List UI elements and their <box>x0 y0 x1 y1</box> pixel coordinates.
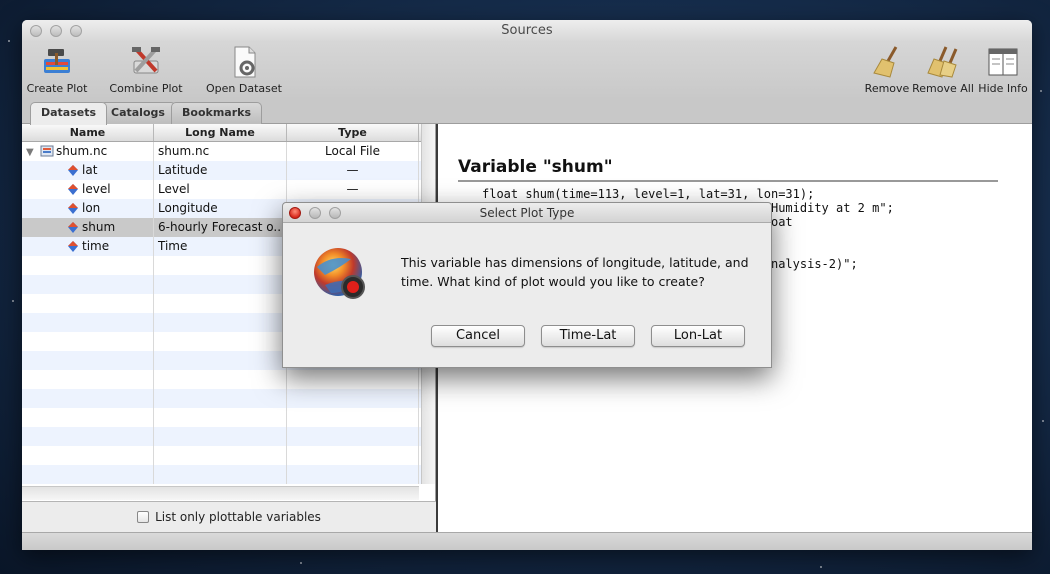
long-name-cell: Latitude <box>154 161 287 180</box>
empty-row <box>22 465 435 484</box>
zoom-window-button[interactable] <box>70 25 82 37</box>
long-name-cell: 6-hourly Forecast o... <box>154 218 287 237</box>
title-divider <box>458 180 998 182</box>
code-line: float shum(time=113, level=1, lat=31, lo… <box>482 187 815 201</box>
hide-info-label: Hide Info <box>978 82 1028 95</box>
variable-title: Variable "shum" <box>458 157 613 177</box>
desktop-star <box>1040 90 1042 92</box>
file-icon <box>40 144 54 157</box>
dialog-message: This variable has dimensions of longitud… <box>401 255 749 289</box>
column-header-name[interactable]: Name <box>22 124 154 141</box>
brooms-icon <box>925 44 961 80</box>
tab-bookmarks[interactable]: Bookmarks <box>171 102 262 124</box>
row-name: shum.nc <box>56 144 108 158</box>
variable-icon <box>68 165 78 176</box>
empty-row <box>22 370 435 389</box>
desktop-star <box>8 40 10 42</box>
long-name-cell: shum.nc <box>154 142 287 161</box>
close-window-button[interactable] <box>30 25 42 37</box>
column-header-type[interactable]: Type <box>287 124 419 141</box>
desktop-star <box>820 566 822 568</box>
empty-row <box>22 408 435 427</box>
create-plot-button[interactable]: Create Plot <box>26 44 88 95</box>
select-plot-type-dialog: Select Plot Type This variable has dimen… <box>282 202 772 368</box>
column-header-long-name[interactable]: Long Name <box>154 124 287 141</box>
pane-footer: List only plottable variables <box>22 501 436 532</box>
long-name-cell: Longitude <box>154 199 287 218</box>
desktop-star <box>12 300 14 302</box>
disclosure-triangle-icon[interactable]: ▼ <box>26 143 40 161</box>
name-cell: lon <box>22 199 154 218</box>
tab-datasets[interactable]: Datasets <box>30 102 108 125</box>
remove-button[interactable]: Remove <box>864 44 910 95</box>
type-cell: — <box>287 180 419 199</box>
lon-lat-button[interactable]: Lon-Lat <box>651 325 745 347</box>
remove-all-button[interactable]: Remove All <box>912 44 974 95</box>
status-bar <box>22 532 1032 550</box>
dialog-minimize-button[interactable] <box>309 207 321 219</box>
hide-info-button[interactable]: Hide Info <box>976 44 1030 95</box>
name-cell: time <box>22 237 154 256</box>
variable-icon <box>68 184 78 195</box>
hammer-icon <box>39 44 75 80</box>
name-cell: shum <box>22 218 154 237</box>
name-cell: ▼ shum.nc <box>22 142 154 161</box>
window-title: Sources <box>501 23 553 38</box>
tab-catalogs[interactable]: Catalogs <box>100 102 176 124</box>
dialog-title: Select Plot Type <box>479 206 575 220</box>
remove-label: Remove <box>864 82 910 95</box>
table-header: Name Long Name Type <box>22 124 435 142</box>
panoply-globe-icon <box>311 245 369 303</box>
long-name-cell: Level <box>154 180 287 199</box>
window-titlebar[interactable]: Sources <box>22 20 1032 42</box>
remove-all-label: Remove All <box>912 82 974 95</box>
dialog-close-button[interactable] <box>289 207 301 219</box>
empty-row <box>22 427 435 446</box>
table-row[interactable]: lat Latitude — <box>22 161 435 180</box>
open-dataset-button[interactable]: Open Dataset <box>206 44 282 95</box>
minimize-window-button[interactable] <box>50 25 62 37</box>
dialog-titlebar[interactable]: Select Plot Type <box>283 203 771 223</box>
table-row[interactable]: level Level — <box>22 180 435 199</box>
type-cell: — <box>287 161 419 180</box>
dialog-zoom-button[interactable] <box>329 207 341 219</box>
empty-row <box>22 446 435 465</box>
combine-plot-label: Combine Plot <box>109 82 183 95</box>
plottable-only-label[interactable]: List only plottable variables <box>155 510 321 524</box>
name-cell: lat <box>22 161 154 180</box>
cancel-button[interactable]: Cancel <box>431 325 525 347</box>
source-tabs: Datasets Catalogs Bookmarks <box>22 100 1032 125</box>
combine-tools-icon <box>128 44 164 80</box>
plottable-only-checkbox[interactable] <box>137 511 150 523</box>
toolbar: Create Plot Combine Plot Open Dataset Re… <box>22 42 1032 100</box>
time-lat-button[interactable]: Time-Lat <box>541 325 635 347</box>
info-panel-icon <box>985 44 1021 80</box>
document-gear-icon <box>226 44 262 80</box>
empty-row <box>22 389 435 408</box>
name-cell: level <box>22 180 154 199</box>
desktop-star <box>1042 420 1044 422</box>
open-dataset-label: Open Dataset <box>206 82 282 95</box>
variable-icon <box>68 241 78 252</box>
variable-icon <box>68 222 78 233</box>
type-cell: Local File <box>287 142 419 161</box>
long-name-cell: Time <box>154 237 287 256</box>
desktop-star <box>300 562 302 564</box>
create-plot-label: Create Plot <box>26 82 88 95</box>
variable-icon <box>68 203 78 214</box>
table-row[interactable]: ▼ shum.nc shum.nc Local File <box>22 142 435 161</box>
combine-plot-button[interactable]: Combine Plot <box>108 44 184 95</box>
horizontal-scrollbar[interactable] <box>22 486 419 500</box>
broom-icon <box>869 44 905 80</box>
